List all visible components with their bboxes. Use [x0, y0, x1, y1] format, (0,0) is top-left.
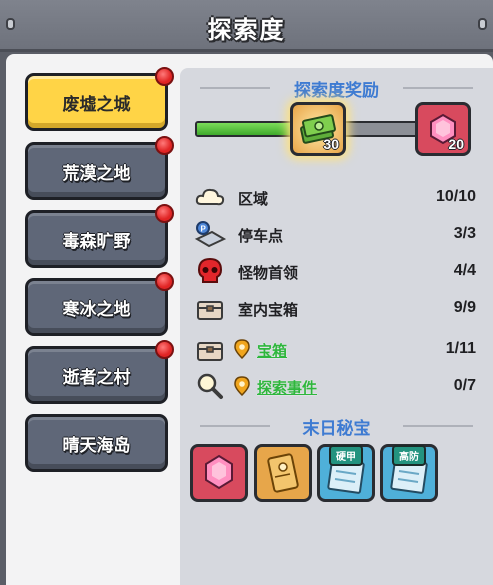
stat-row-parking: P 停车点 3/3 — [194, 219, 484, 249]
tab-village-of-dead[interactable]: 逝者之村 — [25, 340, 174, 404]
location-pin-icon — [234, 339, 250, 359]
stat-row-chest[interactable]: 宝箱 1/11 — [194, 334, 484, 364]
reward-milestone-gem[interactable]: 20 — [415, 102, 471, 156]
red-skull-icon — [197, 257, 223, 283]
item-tag: 高防 — [392, 445, 426, 466]
notification-badge — [155, 272, 174, 291]
tab-label: 寒冰之地 — [62, 299, 131, 319]
title-bar: 探索度 — [0, 0, 493, 52]
parking-icon: P — [194, 221, 226, 248]
chest-link[interactable]: 宝箱 — [257, 340, 287, 361]
treasure-item-blueprint-defense[interactable]: 高防 — [380, 444, 438, 502]
tab-label: 荒漠之地 — [62, 163, 131, 183]
notification-badge — [155, 136, 174, 155]
notification-badge — [155, 67, 174, 86]
treasure-item-card[interactable] — [254, 444, 312, 502]
notification-badge — [155, 340, 174, 359]
tab-label: 晴天海岛 — [62, 435, 131, 455]
notification-badge — [155, 204, 174, 223]
tab-label: 毒森旷野 — [62, 231, 131, 251]
tab-label: 废墟之城 — [62, 94, 131, 114]
reward-milestone-cash[interactable]: 30 — [290, 102, 346, 156]
stat-row-boss: 怪物首领 4/4 — [194, 256, 484, 286]
page-title: 探索度 — [207, 17, 286, 44]
tab-ice-land[interactable]: 寒冰之地 — [25, 272, 174, 336]
chest-icon — [197, 301, 223, 320]
gold-card-icon — [267, 453, 299, 493]
explore-events-link[interactable]: 探索事件 — [257, 377, 317, 398]
stat-row-region: 区域 10/10 — [194, 182, 484, 212]
tab-poison-forest[interactable]: 毒森旷野 — [25, 204, 174, 268]
tab-sunny-island[interactable]: 晴天海岛 — [25, 414, 168, 472]
rewards-heading: 探索度奖励 — [180, 76, 493, 100]
tab-desert[interactable]: 荒漠之地 — [25, 136, 174, 200]
cloud-icon — [195, 188, 225, 206]
reward-count: 30 — [323, 136, 339, 152]
chest-icon — [197, 342, 223, 361]
reward-count: 20 — [448, 136, 464, 152]
location-pin-icon — [234, 376, 250, 396]
stat-row-indoor-chest: 室内宝箱 9/9 — [194, 293, 484, 323]
svg-text:P: P — [201, 225, 207, 234]
stat-row-explore-events[interactable]: 探索事件 0/7 — [194, 371, 484, 401]
treasure-heading: 末日秘宝 — [180, 414, 493, 438]
tab-ruined-city[interactable]: 废墟之城 — [25, 67, 174, 131]
tab-label: 逝者之村 — [62, 367, 131, 387]
pink-gem-icon — [205, 454, 233, 490]
bolt-icon — [478, 18, 487, 30]
treasure-item-gem[interactable] — [190, 444, 248, 502]
treasure-item-blueprint-armor[interactable]: 硬甲 — [317, 444, 375, 502]
item-tag: 硬甲 — [329, 445, 363, 466]
magnifier-icon — [197, 373, 223, 399]
